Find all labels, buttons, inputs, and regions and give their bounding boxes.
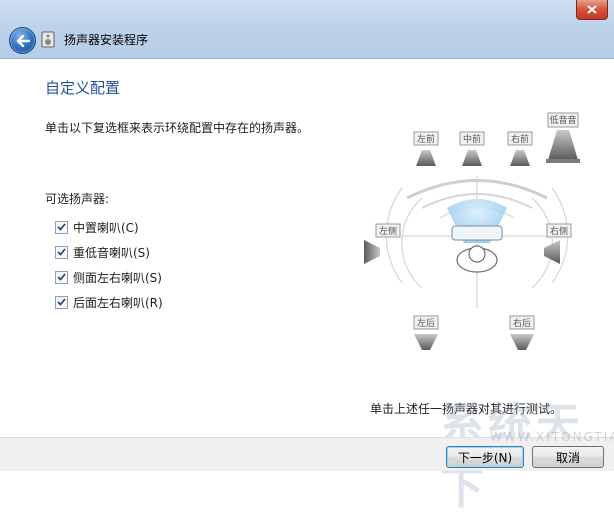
title-bar: 扬声器安装程序	[0, 0, 614, 59]
close-button[interactable]	[576, 0, 608, 20]
back-arrow-icon	[16, 34, 30, 47]
side-speakers-label: 侧面左右喇叭(S)	[73, 270, 162, 285]
center-speaker-checkbox[interactable]	[55, 220, 68, 234]
listener-figure	[451, 225, 503, 273]
svg-text:右侧: 右侧	[550, 225, 568, 237]
rear-speakers-label: 后面左右喇叭(R)	[73, 295, 163, 310]
rear-speakers-option[interactable]: 后面左右喇叭(R)	[55, 293, 163, 311]
back-button[interactable]	[9, 27, 36, 54]
subwoofer-checkbox[interactable]	[55, 245, 68, 259]
svg-text:低音音: 低音音	[549, 114, 576, 126]
speaker-diagram: 左前 中前 右前 低音音 左侧 右侧 左后 右后	[364, 112, 580, 350]
watermark-url: WWW.XITONGTIANXIA	[490, 430, 614, 444]
center-speaker-option[interactable]: 中置喇叭(C)	[55, 218, 139, 236]
next-button[interactable]: 下一步(N)	[446, 446, 524, 468]
checkmark-icon	[57, 223, 66, 231]
svg-text:中前: 中前	[463, 133, 481, 145]
window-title: 扬声器安装程序	[64, 33, 149, 47]
side-speakers-option[interactable]: 侧面左右喇叭(S)	[55, 268, 162, 286]
front-left-speaker[interactable]: 左前	[413, 131, 439, 166]
svg-text:左后: 左后	[417, 317, 435, 329]
subwoofer-speaker[interactable]: 低音音	[546, 112, 580, 163]
checkmark-icon	[57, 298, 66, 306]
close-x-icon	[587, 5, 597, 14]
rear-speakers-checkbox[interactable]	[55, 295, 68, 309]
center-speaker[interactable]: 中前	[459, 131, 485, 166]
checkmark-icon	[57, 273, 66, 281]
subwoofer-option[interactable]: 重低音喇叭(S)	[55, 243, 150, 261]
svg-text:右前: 右前	[511, 133, 529, 145]
subwoofer-label: 重低音喇叭(S)	[73, 245, 150, 260]
svg-text:右后: 右后	[513, 317, 531, 329]
checkmark-icon	[57, 248, 66, 256]
front-right-speaker[interactable]: 右前	[507, 131, 533, 166]
side-left-speaker[interactable]: 左侧	[364, 223, 401, 264]
optional-speakers-label: 可选扬声器:	[45, 192, 110, 206]
svg-text:左前: 左前	[417, 133, 435, 145]
page-heading: 自定义配置	[45, 79, 121, 97]
rear-left-speaker[interactable]: 左后	[413, 315, 439, 350]
rear-right-speaker[interactable]: 右后	[509, 315, 535, 350]
speaker-setup-icon	[41, 31, 55, 48]
side-speakers-checkbox[interactable]	[55, 270, 68, 284]
instruction-text: 单击以下复选框来表示环绕配置中存在的扬声器。	[45, 121, 310, 135]
cancel-button[interactable]: 取消	[532, 446, 604, 468]
svg-text:左侧: 左侧	[379, 225, 397, 237]
center-speaker-label: 中置喇叭(C)	[73, 220, 139, 235]
